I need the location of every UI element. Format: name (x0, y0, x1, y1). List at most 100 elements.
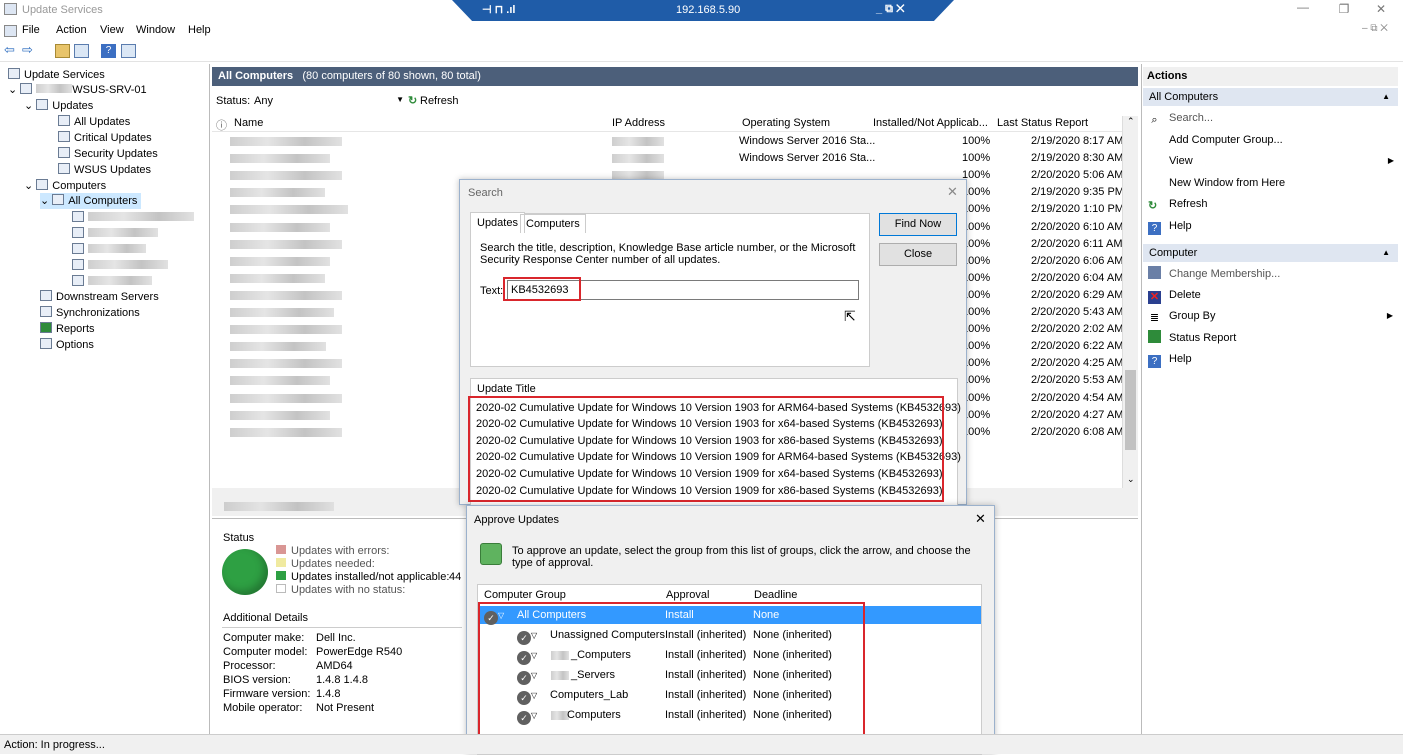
tree-server[interactable]: ⌄ WSUS-SRV-01 (8, 82, 147, 98)
tree-group-5[interactable] (72, 274, 152, 290)
actions-section-computer[interactable]: Computer ▲ (1143, 244, 1398, 262)
navigation-tree: Update Services ⌄ WSUS-SRV-01 ⌄ Updates … (0, 64, 210, 734)
detail-key: Computer make: (223, 632, 305, 644)
column-last-status[interactable]: Last Status Report (997, 117, 1088, 129)
menu-file[interactable]: File (22, 24, 40, 36)
menu-view[interactable]: View (100, 24, 124, 36)
status-pie-icon (222, 549, 268, 595)
action-view[interactable]: View ▶ (1169, 151, 1394, 171)
row-last-status: 2/20/2020 4:27 AM (1031, 408, 1124, 421)
forward-icon[interactable]: ⇨ (22, 42, 33, 58)
tree-computers[interactable]: ⌄ Computers (24, 178, 106, 194)
tree-updates[interactable]: ⌄ Updates (24, 98, 93, 114)
mdi-controls[interactable]: – ⧉ ✕ (1362, 23, 1388, 34)
rdp-window-controls[interactable]: _ ⧉ ✕ (876, 3, 904, 16)
tree-wsus-updates[interactable]: WSUS Updates (58, 162, 151, 178)
status-dropdown[interactable]: Any ▼ (254, 95, 404, 107)
group-by-icon: ≣ (1149, 312, 1160, 324)
column-installed[interactable]: Installed/Not Applicab... (873, 117, 988, 129)
close-dialog-button[interactable]: Close (879, 243, 957, 266)
tree-downstream-servers[interactable]: Downstream Servers (40, 289, 159, 305)
menu-action[interactable]: Action (56, 24, 87, 36)
mouse-cursor-icon: ⇱ (844, 308, 856, 324)
tree-group-1[interactable] (72, 210, 194, 226)
collapse-icon[interactable]: ▲ (1382, 88, 1390, 106)
action-group-by[interactable]: ≣ Group By ▶ (1148, 306, 1393, 326)
update-services-icon (8, 68, 20, 79)
show-hide-action-pane-icon[interactable] (121, 44, 136, 58)
action-new-window[interactable]: New Window from Here (1169, 173, 1285, 193)
tree-synchronizations[interactable]: Synchronizations (40, 305, 140, 321)
window-title: Update Services (22, 4, 103, 16)
row-last-status: 2/20/2020 5:53 AM (1031, 374, 1124, 387)
scroll-up-icon[interactable]: ⌃ (1127, 116, 1135, 127)
action-help-computer[interactable]: ? Help (1148, 349, 1192, 369)
tab-computers[interactable]: Computers (520, 214, 586, 233)
row-last-status: 2/20/2020 4:25 AM (1031, 357, 1124, 370)
info-icon: ⓘ (216, 120, 227, 132)
action-status-report[interactable]: Status Report (1148, 328, 1236, 348)
detail-value: Not Present (316, 702, 375, 714)
up-folder-icon[interactable] (55, 44, 70, 58)
action-help[interactable]: ? Help (1148, 216, 1192, 236)
row-last-status: 2/20/2020 4:54 AM (1031, 391, 1124, 404)
refresh-button[interactable]: Refresh (420, 95, 459, 107)
show-hide-tree-icon[interactable] (74, 44, 89, 58)
status-bar: Action: In progress... (0, 734, 1403, 754)
approve-updates-icon (480, 543, 502, 565)
refresh-icon[interactable]: ↻ (408, 94, 417, 107)
scroll-down-icon[interactable]: ⌄ (1127, 474, 1135, 485)
pin-icon[interactable]: ⊣ ⊓ .ıl (482, 3, 515, 16)
tree-group-4[interactable] (72, 258, 168, 274)
action-add-computer-group[interactable]: Add Computer Group... (1169, 130, 1283, 150)
tree-group-2[interactable] (72, 226, 158, 242)
redacted-text (88, 212, 194, 221)
close-button[interactable]: ✕ (1367, 2, 1395, 16)
actions-section-all-computers[interactable]: All Computers ▲ (1143, 88, 1398, 106)
column-name[interactable]: Name (234, 117, 263, 129)
action-search[interactable]: ⌕ Search... (1148, 108, 1213, 128)
action-refresh[interactable]: ↻ Refresh (1148, 194, 1208, 214)
updates-icon (58, 131, 70, 142)
help-icon[interactable]: ? (101, 44, 116, 58)
computers-icon (52, 194, 65, 205)
tree-all-updates[interactable]: All Updates (58, 114, 130, 130)
table-row[interactable]: Windows Server 2016 Sta... 100% 2/19/2020 … (212, 150, 1123, 167)
back-icon[interactable]: ⇦ (4, 42, 15, 58)
tree-security-updates[interactable]: Security Updates (58, 146, 158, 162)
collapse-icon[interactable]: ▲ (1382, 244, 1390, 262)
action-change-membership[interactable]: Change Membership... (1148, 264, 1280, 284)
text-label: Text: (480, 285, 504, 297)
tree-critical-updates[interactable]: Critical Updates (58, 130, 152, 146)
column-approval: Approval (666, 589, 710, 601)
computer-group-icon (72, 211, 84, 222)
close-icon[interactable]: ✕ (975, 511, 986, 527)
updates-icon (36, 99, 49, 110)
column-os[interactable]: Operating System (742, 117, 830, 129)
legend-installed: Updates installed/not applicable: (291, 571, 450, 583)
tree-options[interactable]: Options (40, 337, 94, 353)
find-now-button[interactable]: Find Now (879, 213, 957, 236)
tree-all-computers[interactable]: ⌄ All Computers (40, 193, 142, 209)
minimize-button[interactable]: — (1289, 0, 1317, 14)
close-icon[interactable]: ✕ (947, 184, 958, 200)
table-scrollbar[interactable]: ⌃ ⌄ (1122, 116, 1138, 488)
row-last-status: 2/20/2020 6:08 AM (1031, 425, 1124, 438)
scroll-thumb[interactable] (1125, 370, 1136, 450)
tree-root[interactable]: Update Services (8, 67, 105, 83)
table-row[interactable]: Windows Server 2016 Sta... 100% 2/19/2020 … (212, 133, 1123, 150)
row-last-status: 2/20/2020 6:06 AM (1031, 254, 1124, 267)
options-icon (40, 338, 52, 349)
detail-key: Computer model: (223, 646, 308, 658)
tree-group-3[interactable] (72, 242, 146, 258)
column-ip[interactable]: IP Address (612, 117, 665, 129)
action-delete[interactable]: ✕ Delete (1148, 285, 1201, 305)
menu-help[interactable]: Help (188, 24, 211, 36)
menu-window[interactable]: Window (136, 24, 175, 36)
tree-reports[interactable]: Reports (40, 321, 95, 337)
tab-updates[interactable]: Updates (470, 212, 525, 233)
detail-key: Firmware version: (223, 688, 311, 700)
rdp-host-address: 192.168.5.90 (676, 4, 741, 16)
detail-value: Dell Inc. (316, 632, 356, 644)
maximize-button[interactable]: ❐ (1330, 2, 1358, 16)
